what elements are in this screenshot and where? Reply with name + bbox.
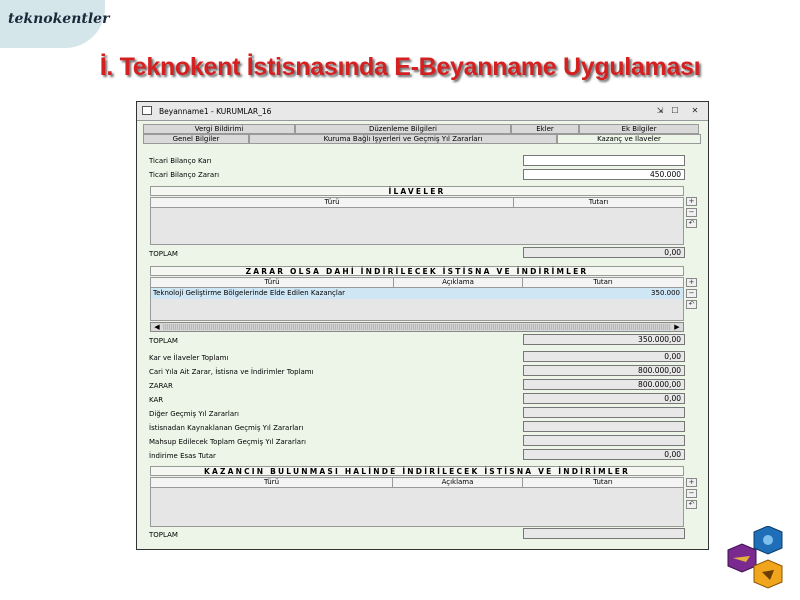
ticari-bilanco-zarari-label: Ticari Bilanço Zararı: [149, 171, 220, 179]
istisna-total-label: TOPLAM: [149, 337, 178, 345]
column-header-aciklama[interactable]: Açıklama: [394, 278, 523, 288]
summary-label: Cari Yıla Ait Zarar, İstisna ve İndiriml…: [149, 368, 314, 376]
kazanc-title: KAZANCIN BULUNMASI HALİNDE İNDİRİLECEK İ…: [150, 466, 684, 476]
tab-kuruma-bagli[interactable]: Kuruma Bağlı İşyerleri ve Geçmiş Yıl Zar…: [249, 134, 557, 144]
window-titlebar: Beyanname1 - KURUMLAR_16 ⇲ ☐ ✕: [137, 102, 708, 121]
scroll-left-icon[interactable]: ◀: [152, 323, 162, 331]
kazanc-total-field: [523, 528, 685, 539]
istisna-total-field: 350.000,00: [523, 334, 685, 345]
scroll-right-icon[interactable]: ▶: [672, 323, 682, 331]
summary-field: [523, 435, 685, 446]
remove-row-icon[interactable]: −: [686, 289, 697, 298]
kazanc-total-label: TOPLAM: [149, 531, 178, 539]
close-icon[interactable]: ✕: [690, 106, 700, 115]
remove-row-icon[interactable]: −: [686, 208, 697, 217]
tab-vergi-bildirimi[interactable]: Vergi Bildirimi: [143, 124, 295, 134]
summary-label: ZARAR: [149, 382, 173, 390]
istisna-title: ZARAR OLSA DAHİ İNDİRİLECEK İSTİSNA VE İ…: [150, 266, 684, 276]
summary-field: 800.000,00: [523, 379, 685, 390]
summary-field: 0,00: [523, 393, 685, 404]
summary-label: KAR: [149, 396, 164, 404]
column-header-turu[interactable]: Türü: [151, 478, 393, 488]
tab-duzenleme-bilgileri[interactable]: Düzenleme Bilgileri: [295, 124, 511, 134]
row-turu-cell[interactable]: Teknoloji Geliştirme Bölgelerinde Elde E…: [153, 288, 345, 299]
ticari-bilanco-zarari-field[interactable]: 450.000: [523, 169, 685, 180]
kazanc-grid: Türü Açıklama Tutarı: [150, 477, 684, 527]
undo-icon[interactable]: ↶: [686, 300, 697, 309]
add-row-icon[interactable]: +: [686, 278, 697, 287]
ilaveler-grid: Türü Tutarı: [150, 197, 684, 245]
add-row-icon[interactable]: +: [686, 197, 697, 206]
summary-label: İndirime Esas Tutar: [149, 452, 216, 460]
ticari-bilanco-kari-field[interactable]: [523, 155, 685, 166]
column-header-tutari[interactable]: Tutarı: [514, 198, 683, 208]
summary-label: Diğer Geçmiş Yıl Zararları: [149, 410, 239, 418]
tab-kazanc-ve-ilaveler[interactable]: Kazanç ve İlaveler: [557, 134, 701, 144]
column-header-turu[interactable]: Türü: [151, 278, 394, 288]
scrollbar-thumb[interactable]: [163, 324, 671, 330]
brand-label: teknokentler: [8, 11, 110, 27]
corner-tab: teknokentler: [0, 0, 109, 48]
slide-title: İ. Teknokent İstisnasında E-Beyanname Uy…: [99, 53, 701, 81]
summary-field: 800.000,00: [523, 365, 685, 376]
form-icon: [142, 106, 152, 115]
window-title: Beyanname1 - KURUMLAR_16: [159, 107, 272, 116]
column-header-tutari[interactable]: Tutarı: [523, 478, 683, 488]
summary-label: İstisnadan Kaynaklanan Geçmiş Yıl Zararl…: [149, 424, 304, 432]
ticari-bilanco-kari-label: Ticari Bilanço Karı: [149, 157, 212, 165]
teknokent-logo-icon: [727, 526, 783, 589]
undo-icon[interactable]: ↶: [686, 500, 697, 509]
summary-field: 0,00: [523, 351, 685, 362]
ilaveler-total-label: TOPLAM: [149, 250, 178, 258]
ilaveler-title: İLAVELER: [150, 186, 684, 196]
tab-ek-bilgiler[interactable]: Ek Bilgiler: [579, 124, 699, 134]
column-header-aciklama[interactable]: Açıklama: [393, 478, 523, 488]
tab-genel-bilgiler[interactable]: Genel Bilgiler: [143, 134, 249, 144]
restore-icon[interactable]: ⇲: [655, 106, 665, 115]
column-header-turu[interactable]: Türü: [151, 198, 514, 208]
horizontal-scrollbar[interactable]: ◀ ▶: [150, 322, 684, 332]
column-header-tutari[interactable]: Tutarı: [523, 278, 683, 288]
declaration-window: Beyanname1 - KURUMLAR_16 ⇲ ☐ ✕ Vergi Bil…: [136, 101, 709, 550]
tab-ekler[interactable]: Ekler: [511, 124, 579, 134]
istisna-grid: Türü Açıklama Tutarı Teknoloji Geliştirm…: [150, 277, 684, 321]
remove-row-icon[interactable]: −: [686, 489, 697, 498]
add-row-icon[interactable]: +: [686, 478, 697, 487]
maximize-icon[interactable]: ☐: [670, 106, 680, 115]
summary-label: Mahsup Edilecek Toplam Geçmiş Yıl Zararl…: [149, 438, 306, 446]
undo-icon[interactable]: ↶: [686, 219, 697, 228]
summary-field: [523, 407, 685, 418]
ilaveler-total-field: 0,00: [523, 247, 685, 258]
row-tutari-cell[interactable]: 350.000: [651, 288, 680, 299]
summary-label: Kar ve İlaveler Toplamı: [149, 354, 229, 362]
table-row[interactable]: Teknoloji Geliştirme Bölgelerinde Elde E…: [151, 288, 683, 299]
summary-field: 0,00: [523, 449, 685, 460]
summary-field: [523, 421, 685, 432]
